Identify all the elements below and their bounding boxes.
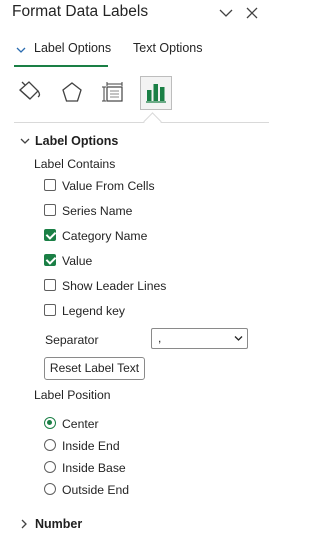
separator-dropdown[interactable]: , — [151, 328, 248, 349]
bar-chart-label-options-icon — [146, 84, 166, 103]
value-checkbox[interactable] — [44, 254, 56, 266]
inside-base-radio[interactable] — [44, 461, 56, 473]
radio-label[interactable]: Center — [62, 417, 99, 431]
radio-label[interactable]: Inside Base — [62, 461, 126, 475]
separator-value: , — [158, 331, 162, 345]
chevron-down-icon[interactable] — [217, 4, 235, 22]
label-contains-heading: Label Contains — [34, 157, 116, 171]
outside-end-radio[interactable] — [44, 483, 56, 495]
checkbox-label[interactable]: Value From Cells — [62, 179, 155, 193]
chevron-down-icon — [234, 336, 243, 341]
active-tab-indicator — [14, 65, 108, 67]
reset-label-text-button[interactable]: Reset Label Text — [44, 357, 145, 380]
separator-label: Separator — [45, 333, 99, 347]
size-properties-category-button[interactable] — [98, 76, 130, 110]
section-label-options[interactable]: Label Options — [35, 134, 118, 148]
pentagon-effects-icon — [62, 82, 82, 102]
section-number[interactable]: Number — [35, 517, 82, 531]
pane-title: Format Data Labels — [12, 3, 149, 20]
checkbox-label[interactable]: Legend key — [62, 304, 125, 318]
selected-category-pointer — [143, 112, 162, 131]
checkbox-label[interactable]: Series Name — [62, 204, 132, 218]
category-name-checkbox[interactable] — [44, 229, 56, 241]
checkbox-label[interactable]: Value — [62, 254, 92, 268]
chevron-right-icon[interactable] — [20, 519, 28, 529]
radio-label[interactable]: Inside End — [62, 439, 120, 453]
series-name-checkbox[interactable] — [44, 204, 56, 216]
tab-text-options[interactable]: Text Options — [133, 41, 202, 55]
label-position-heading: Label Position — [34, 388, 111, 402]
legend-key-checkbox[interactable] — [44, 304, 56, 316]
label-options-category-button[interactable] — [140, 76, 172, 110]
checkbox-label[interactable]: Category Name — [62, 229, 147, 243]
inside-end-radio[interactable] — [44, 439, 56, 451]
center-radio[interactable] — [44, 417, 56, 429]
options-tabs: Label Options Text Options — [0, 38, 269, 68]
value-from-cells-checkbox[interactable] — [44, 179, 56, 191]
tab-label-options[interactable]: Label Options — [34, 41, 111, 55]
chevron-down-icon — [16, 47, 26, 53]
radio-label[interactable]: Outside End — [62, 483, 129, 497]
show-leader-lines-checkbox[interactable] — [44, 279, 56, 291]
fill-bucket-icon — [19, 81, 41, 100]
chevron-down-icon[interactable] — [20, 137, 30, 145]
effects-category-button[interactable] — [56, 76, 88, 110]
divider — [14, 122, 269, 123]
size-properties-icon — [102, 82, 123, 102]
close-icon[interactable] — [243, 4, 261, 22]
fill-line-category-button[interactable] — [14, 76, 46, 110]
checkbox-label[interactable]: Show Leader Lines — [62, 279, 166, 293]
